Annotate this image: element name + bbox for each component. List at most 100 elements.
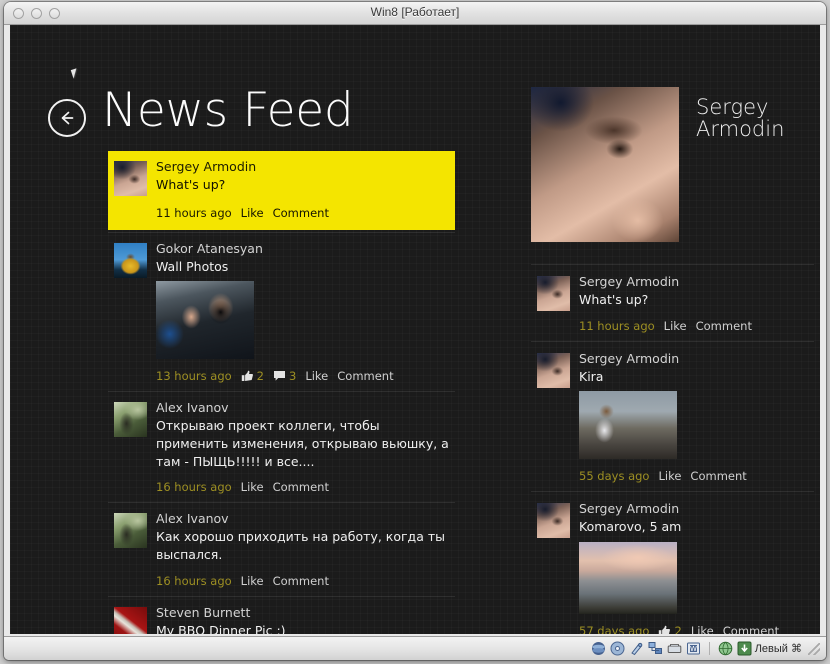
post-author[interactable]: Steven Burnett <box>156 605 451 622</box>
comment-button[interactable]: Comment <box>273 574 329 588</box>
profile-post[interactable]: Sergey Armodin Komarovo, 5 am 57 days ag… <box>531 491 814 634</box>
post-timestamp: 55 days ago <box>579 469 650 484</box>
post-author[interactable]: Sergey Armodin <box>579 501 810 518</box>
post-timestamp: 57 days ago <box>579 623 650 634</box>
post-text: What's up? <box>156 176 226 192</box>
profile-photo[interactable] <box>531 87 679 242</box>
post-author[interactable]: Sergey Armodin <box>579 351 810 368</box>
news-feed-column[interactable]: Sergey Armodin What's up? 11 hours ago L… <box>108 151 455 634</box>
resize-grip[interactable] <box>808 642 820 655</box>
avatar[interactable] <box>114 161 147 196</box>
optical-disk-icon[interactable] <box>610 641 625 656</box>
avatar[interactable] <box>114 402 147 438</box>
comment-count-value: 3 <box>289 369 297 384</box>
feed-post[interactable]: Gokor Atanesyan Wall Photos 13 hours ago <box>108 231 455 392</box>
feed-post[interactable]: Alex Ivanov Открываю проект коллеги, что… <box>108 391 455 502</box>
feed-post[interactable]: Steven Burnett My BBQ Dinner Pic :) <box>108 595 455 634</box>
host-window: Win8 [Работает] News Feed Sergey Armodin… <box>4 2 826 660</box>
post-meta: 11 hours ago Like Comment <box>156 206 451 220</box>
profile-post[interactable]: Sergey Armodin What's up? 11 hours ago L… <box>531 264 814 341</box>
vm-status-bar: W Левый ⌘ <box>4 636 826 660</box>
post-timestamp: 11 hours ago <box>156 205 232 220</box>
app-header: News Feed <box>48 82 354 138</box>
post-meta: 16 hours ago Like Comment <box>156 574 451 588</box>
post-meta: 55 days ago Like Comment <box>579 469 810 483</box>
like-button[interactable]: Like <box>241 480 264 494</box>
post-text: Как хорошо приходить на работу, когда ты… <box>156 529 445 562</box>
avatar[interactable] <box>114 606 147 634</box>
comment-button[interactable]: Comment <box>337 369 393 383</box>
comment-bubble-icon <box>274 371 285 381</box>
comment-count: 3 <box>273 369 296 383</box>
post-meta: 57 days ago 2 Like Comment <box>579 624 810 634</box>
post-photo[interactable] <box>579 391 677 460</box>
post-timestamp: 11 hours ago <box>579 318 655 333</box>
post-text: Kira <box>579 368 604 384</box>
globe-icon[interactable] <box>718 641 733 656</box>
like-count: 2 <box>658 624 682 634</box>
vm-status-icons: W <box>591 641 752 656</box>
back-arrow-icon <box>61 111 74 125</box>
post-timestamp: 16 hours ago <box>156 573 232 588</box>
thumbs-up-icon <box>241 370 253 382</box>
profile-name: Sergey Armodin <box>696 95 785 142</box>
like-button[interactable]: Like <box>305 369 328 383</box>
like-count-value: 2 <box>256 369 264 384</box>
post-text: What's up? <box>579 291 649 307</box>
comment-button[interactable]: Comment <box>273 206 329 220</box>
mouse-cursor <box>70 68 80 79</box>
post-text: Открываю проект коллеги, чтобы применить… <box>156 418 449 469</box>
like-button[interactable]: Like <box>241 206 264 220</box>
comment-button[interactable]: Comment <box>696 319 752 333</box>
post-author[interactable]: Alex Ivanov <box>156 400 451 417</box>
page-title: News Feed <box>102 82 354 138</box>
avatar[interactable] <box>114 513 147 549</box>
window-titlebar[interactable]: Win8 [Работает] <box>4 2 826 25</box>
profile-posts: Sergey Armodin What's up? 11 hours ago L… <box>531 264 814 634</box>
thumbs-up-icon <box>659 625 671 634</box>
post-author[interactable]: Sergey Armodin <box>156 159 451 176</box>
capture-icon[interactable] <box>737 641 752 656</box>
feed-post[interactable]: Alex Ivanov Как хорошо приходить на рабо… <box>108 502 455 595</box>
avatar[interactable] <box>537 352 570 388</box>
post-text: My BBQ Dinner Pic :) <box>156 622 286 634</box>
post-text: Wall Photos <box>156 258 229 274</box>
back-button[interactable] <box>48 99 86 137</box>
post-author[interactable]: Alex Ivanov <box>156 511 451 528</box>
shared-folder-icon[interactable]: W <box>686 641 701 656</box>
profile-post[interactable]: Sergey Armodin Kira 55 days ago Like Com… <box>531 340 814 492</box>
svg-text:W: W <box>690 645 697 653</box>
profile-header: Sergey Armodin <box>531 87 814 242</box>
hard-disk-icon[interactable] <box>591 641 606 656</box>
post-meta: 16 hours ago Like Comment <box>156 480 451 494</box>
avatar[interactable] <box>537 276 570 311</box>
post-author[interactable]: Gokor Atanesyan <box>156 241 451 258</box>
status-divider <box>708 642 710 655</box>
post-timestamp: 13 hours ago <box>156 369 232 384</box>
post-meta: 11 hours ago Like Comment <box>579 319 810 333</box>
screenshot-root: Win8 [Работает] News Feed Sergey Armodin… <box>0 0 830 664</box>
comment-button[interactable]: Comment <box>690 469 746 483</box>
post-meta: 13 hours ago 2 3 Like Comment <box>156 369 451 383</box>
profile-column[interactable]: Sergey Armodin Sergey Armodin What's up?… <box>531 87 814 634</box>
usb-icon[interactable] <box>667 641 682 656</box>
post-author[interactable]: Sergey Armodin <box>579 274 810 291</box>
post-photo[interactable] <box>156 281 254 360</box>
like-count: 2 <box>241 369 264 383</box>
feed-post[interactable]: Sergey Armodin What's up? 11 hours ago L… <box>108 151 455 230</box>
guest-screen: News Feed Sergey Armodin What's up? 11 h… <box>10 25 820 634</box>
host-key-label: Левый ⌘ <box>754 643 802 655</box>
post-photo[interactable] <box>579 541 677 614</box>
comment-button[interactable]: Comment <box>723 624 779 634</box>
like-button[interactable]: Like <box>241 574 264 588</box>
window-title: Win8 [Работает] <box>370 5 460 19</box>
like-button[interactable]: Like <box>658 469 681 483</box>
post-text: Komarovo, 5 am <box>579 519 682 535</box>
like-button[interactable]: Like <box>664 319 687 333</box>
like-button[interactable]: Like <box>691 624 714 634</box>
network-icon[interactable] <box>648 641 663 656</box>
avatar[interactable] <box>537 503 570 539</box>
comment-button[interactable]: Comment <box>273 480 329 494</box>
avatar[interactable] <box>114 242 147 278</box>
floppy-icon[interactable] <box>629 641 644 656</box>
